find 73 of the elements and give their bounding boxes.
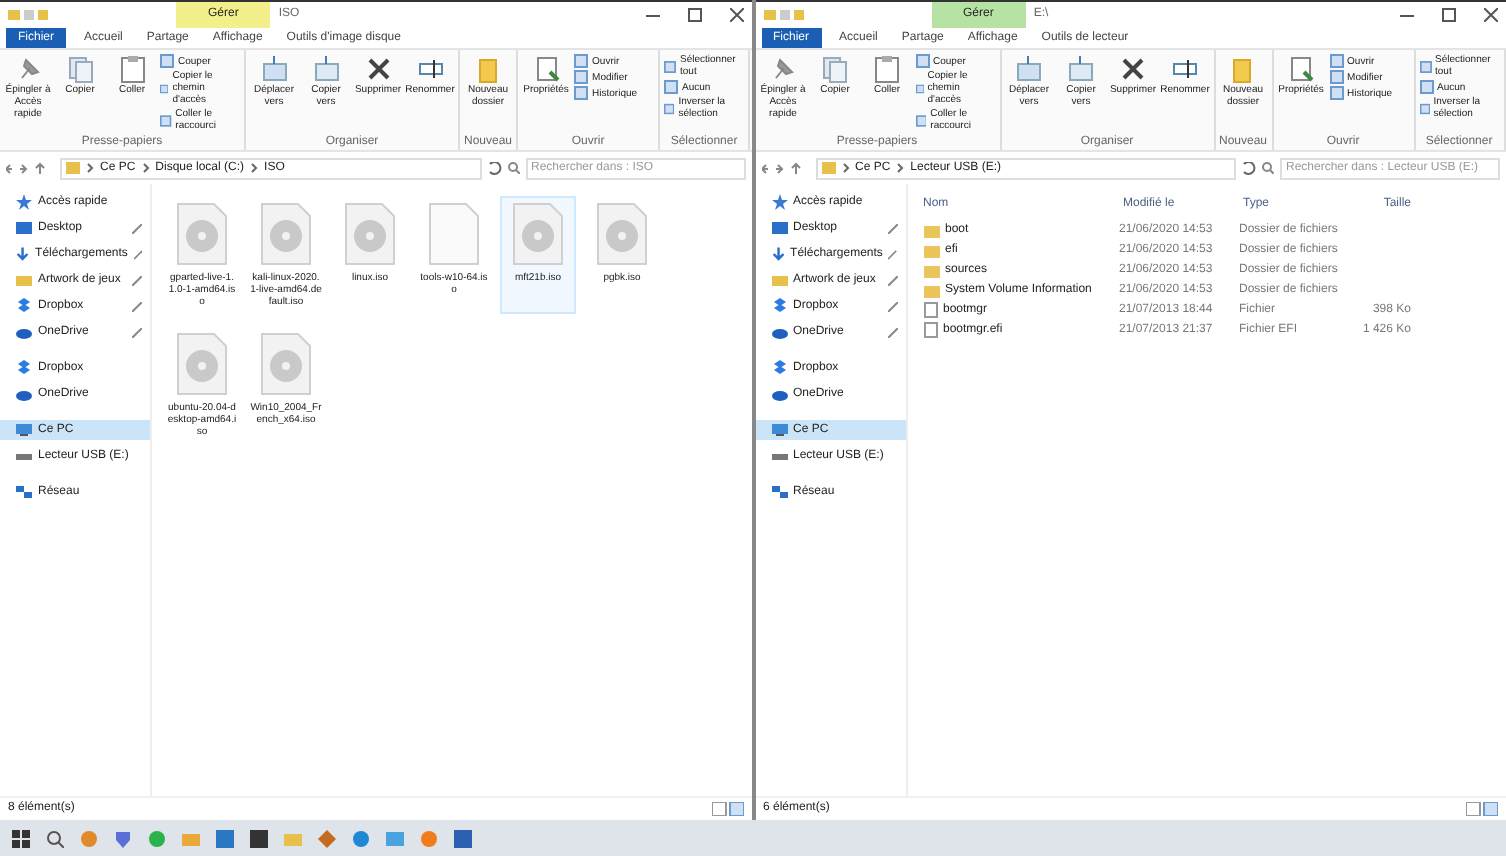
copy-icon [65,54,95,84]
copy-icon [820,54,850,84]
disc-file-icon [176,202,228,266]
search-icon [1262,162,1274,174]
search-icon[interactable] [46,829,64,847]
close-icon [1484,8,1498,22]
refresh-icon [1242,161,1256,175]
folder-icon [821,162,835,174]
small-document-icon [160,113,172,127]
view-toggle-icon [711,802,743,816]
drive-icon [16,448,32,464]
maximize-icon [687,8,701,22]
star-icon [16,194,32,210]
computer-icon [771,422,787,438]
disc-file-icon [344,202,396,266]
disc-file-icon [596,202,648,266]
network-icon [771,484,787,500]
circle-icon[interactable] [420,829,438,847]
download-icon [771,246,785,262]
computer-icon [16,422,32,438]
network-icon [16,484,32,500]
disc-file-icon [260,202,312,266]
windows-logo-icon[interactable] [12,829,30,847]
shield-icon[interactable] [114,829,132,847]
cloud-icon [16,324,32,340]
chevron-icon [86,162,94,174]
drive-icon [771,448,787,464]
folder-arrow-icon [259,54,289,84]
download-icon [16,246,30,262]
maximize-icon [1442,8,1456,22]
clipboard-icon [872,54,902,84]
square-icon[interactable] [454,829,472,847]
blank-file-icon [428,202,480,266]
square-icon[interactable] [250,829,268,847]
properties-icon [531,54,562,84]
close-icon [729,8,743,22]
chevron-icon [250,162,259,174]
folder-icon [771,272,787,288]
diamond-icon[interactable] [318,829,336,847]
properties-icon [1286,54,1317,84]
chevron-icon [841,162,849,174]
quick-access-toolbar-icon [8,8,48,22]
star-icon [771,194,787,210]
chevron-icon [141,162,150,174]
folder-icon[interactable] [182,829,200,847]
folder-icon [66,162,80,174]
search-icon [507,162,519,174]
circle-icon[interactable] [148,829,166,847]
folder-arrow-icon [1014,54,1044,84]
view-toggle-icon [1466,802,1498,816]
folder-icon [16,272,32,288]
quick-access-toolbar-icon [763,8,803,22]
desktop-icon [771,220,787,236]
disc-file-icon [512,202,564,266]
small-document-icon [915,113,927,127]
cloud-icon [16,386,32,402]
rename-icon [415,54,445,84]
cloud-icon [771,324,787,340]
folder-icon [473,54,503,84]
clipboard-icon [117,54,147,84]
folder-arrow-icon [1066,54,1096,84]
rename-icon [1170,54,1200,84]
circle-icon[interactable] [352,829,370,847]
close-icon [363,54,393,84]
cloud-icon [771,386,787,402]
circle-icon[interactable] [80,829,98,847]
refresh-icon [487,161,501,175]
disc-file-icon [176,332,228,396]
desktop-icon [16,220,32,236]
chevron-icon [896,162,905,174]
folder-arrow-icon [311,54,341,84]
close-icon [1118,54,1148,84]
disc-file-icon [260,332,312,396]
